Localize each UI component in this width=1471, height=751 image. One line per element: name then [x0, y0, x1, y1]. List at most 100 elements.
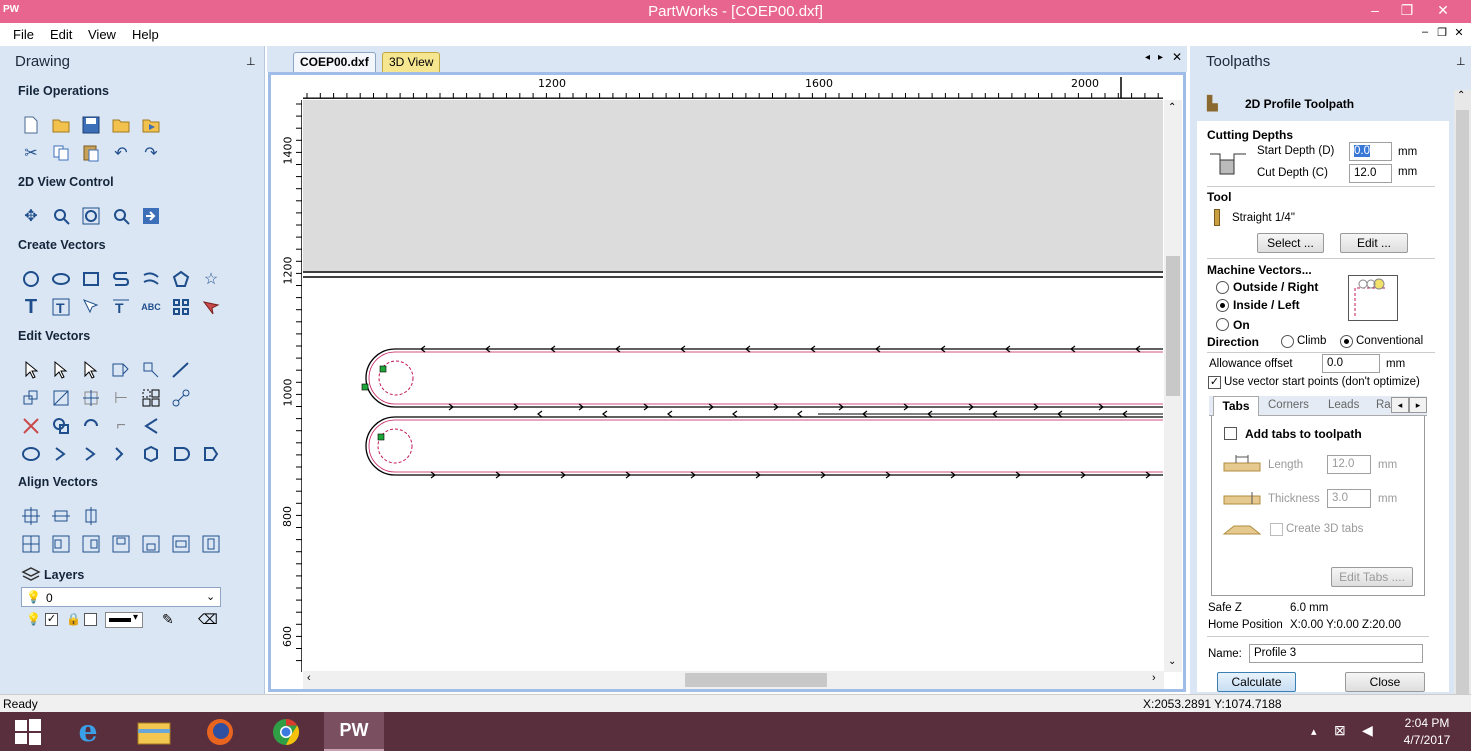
start-button[interactable] — [0, 712, 56, 751]
start-depth-input[interactable]: 0.0 — [1349, 142, 1392, 161]
clock-date[interactable]: 4/7/2017 — [1398, 733, 1456, 747]
draw-circle-icon[interactable] — [20, 268, 42, 290]
scroll-up-icon[interactable]: ⌃ — [1168, 102, 1176, 113]
zoom-all-icon[interactable] — [80, 205, 102, 227]
clock-time[interactable]: 2:04 PM — [1398, 716, 1456, 730]
chamfer-icon[interactable] — [110, 443, 132, 465]
add-tabs-checkbox[interactable] — [1224, 427, 1237, 440]
dogbone-icon[interactable] — [170, 443, 192, 465]
import-folder-icon[interactable] — [110, 114, 132, 136]
text-distort-icon[interactable]: ABC — [140, 296, 162, 318]
offset-vector-icon[interactable] — [200, 296, 222, 318]
pan-icon[interactable]: ✥ — [20, 205, 42, 227]
partworks-taskbar-button[interactable]: PW — [324, 712, 384, 751]
tab-scroll-left-icon[interactable]: ◂ — [1145, 52, 1150, 63]
chrome-icon[interactable] — [258, 712, 314, 751]
draw-curve-icon[interactable] — [140, 268, 162, 290]
tee-icon[interactable] — [200, 443, 222, 465]
align-top-icon[interactable] — [110, 533, 132, 555]
close-window-button[interactable]: ✕ — [1426, 0, 1460, 23]
open-folder-icon[interactable] — [50, 114, 72, 136]
horizontal-scrollbar[interactable]: ‹ › — [303, 671, 1164, 689]
thickness-input[interactable]: 3.0 — [1327, 489, 1371, 508]
align-vcenter-icon[interactable] — [80, 505, 102, 527]
undo-icon[interactable]: ↶ — [110, 142, 132, 164]
intersect-icon[interactable]: ⌐ — [110, 415, 132, 437]
close-panel-button[interactable]: Close — [1345, 672, 1425, 692]
align-bottom-icon[interactable] — [140, 533, 162, 555]
transform-select-icon[interactable] — [80, 359, 102, 381]
file-explorer-icon[interactable] — [126, 712, 182, 751]
group-icon[interactable]: ⊢ — [110, 387, 132, 409]
lock-icon[interactable]: 🔒 — [66, 612, 81, 626]
smooth-icon[interactable] — [20, 443, 42, 465]
vertical-scroll-thumb[interactable] — [1166, 256, 1180, 396]
view-enter-icon[interactable] — [140, 205, 162, 227]
export-folder-icon[interactable] — [140, 114, 162, 136]
measure-icon[interactable] — [170, 359, 192, 381]
draw-star-icon[interactable]: ☆ — [200, 268, 222, 290]
offset-shape-icon[interactable] — [140, 443, 162, 465]
layer-properties-icon[interactable]: ✎ — [162, 611, 174, 628]
select-tool-button[interactable]: Select ... — [1257, 233, 1324, 253]
use-start-points-checkbox[interactable]: ✓ — [1208, 376, 1221, 389]
layer-checkbox[interactable]: ✓ — [45, 613, 58, 626]
allowance-input[interactable]: 0.0 — [1322, 354, 1380, 373]
horizontal-scroll-thumb[interactable] — [685, 673, 827, 687]
node-edit-icon[interactable] — [50, 359, 72, 381]
drawing-canvas[interactable] — [303, 271, 1163, 671]
text-box-icon[interactable]: T — [50, 296, 72, 318]
panel-scroll-thumb[interactable] — [1456, 110, 1469, 700]
zoom-selection-icon[interactable] — [110, 205, 132, 227]
tab-corners[interactable]: Corners — [1268, 399, 1309, 411]
align-objects-center-icon[interactable] — [20, 533, 42, 555]
ungroup-icon[interactable] — [140, 387, 162, 409]
vertical-scrollbar[interactable]: ⌃ ⌄ — [1164, 100, 1182, 672]
align-middle-icon[interactable] — [170, 533, 192, 555]
calculate-button[interactable]: Calculate — [1217, 672, 1296, 692]
restore-button[interactable]: ❐ — [1390, 0, 1424, 23]
save-icon[interactable] — [80, 114, 102, 136]
tab-leads[interactable]: Leads — [1328, 399, 1359, 411]
tab-coep00[interactable]: COEP00.dxf — [293, 52, 376, 72]
layer-color-swatch[interactable] — [84, 613, 97, 626]
tab-tabs[interactable]: Tabs — [1213, 396, 1259, 417]
draw-text-icon[interactable]: T — [20, 296, 42, 318]
move-icon[interactable] — [110, 359, 132, 381]
scroll-right-icon[interactable]: › — [1152, 672, 1156, 684]
cut-depth-input[interactable]: 12.0 — [1349, 164, 1392, 183]
network-icon[interactable]: ⊠ — [1334, 722, 1346, 739]
array-grid-icon[interactable] — [170, 296, 192, 318]
layer-visible-icon[interactable]: 💡 — [26, 612, 41, 626]
firefox-icon[interactable] — [192, 712, 248, 751]
align-center-icon[interactable] — [20, 505, 42, 527]
edit-tool-button[interactable]: Edit ... — [1340, 233, 1408, 253]
climb-radio[interactable] — [1281, 335, 1294, 348]
draw-polyline-icon[interactable] — [110, 268, 132, 290]
menu-edit[interactable]: Edit — [50, 27, 72, 42]
mdi-close-button[interactable]: ✕ — [1451, 26, 1467, 39]
rotate-icon[interactable] — [20, 387, 42, 409]
select-arrow-icon[interactable] — [20, 359, 42, 381]
tray-arrow-icon[interactable]: ▴ — [1311, 725, 1317, 738]
conventional-radio[interactable] — [1340, 335, 1353, 348]
zoom-box-icon[interactable] — [50, 205, 72, 227]
align-left-icon[interactable] — [50, 533, 72, 555]
tab-ramps[interactable]: Ra — [1376, 399, 1391, 411]
align-hcenter-icon[interactable] — [50, 505, 72, 527]
scale-icon[interactable] — [140, 359, 162, 381]
length-input[interactable]: 12.0 — [1327, 455, 1371, 474]
redo-icon[interactable]: ↷ — [140, 142, 162, 164]
outside-right-radio[interactable] — [1216, 281, 1229, 294]
tab-close-icon[interactable]: ✕ — [1172, 50, 1182, 64]
mdi-minimize-button[interactable]: – — [1417, 26, 1433, 38]
close-vector-icon[interactable] — [50, 443, 72, 465]
draw-polygon-icon[interactable] — [170, 268, 192, 290]
minimize-button[interactable]: – — [1358, 0, 1392, 23]
extend-icon[interactable] — [80, 443, 102, 465]
weld-icon[interactable] — [50, 415, 72, 437]
distort-icon[interactable] — [80, 387, 102, 409]
align-centerline-icon[interactable] — [200, 533, 222, 555]
cut-icon[interactable]: ✂ — [20, 142, 42, 164]
fillet-icon[interactable] — [140, 415, 162, 437]
